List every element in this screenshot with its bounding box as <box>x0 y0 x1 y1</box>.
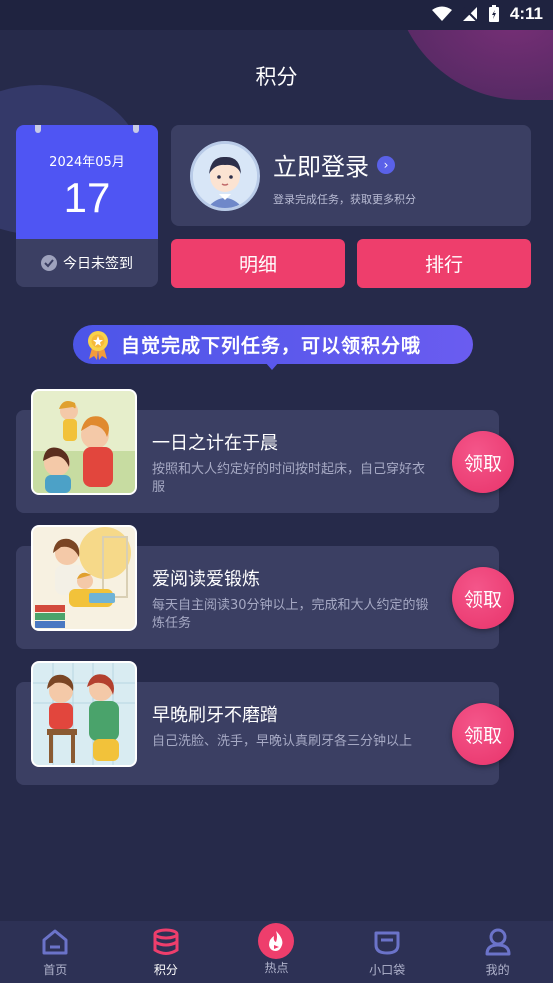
check-icon <box>41 255 57 271</box>
task-description: 每天自主阅读30分钟以上，完成和大人约定的锻炼任务 <box>152 598 429 631</box>
battery-icon <box>488 5 499 22</box>
bottom-tab-bar: 首页 积分 热点 小口袋 我的 <box>0 921 553 983</box>
coins-icon <box>151 927 181 957</box>
medal-icon <box>88 330 108 360</box>
flame-icon <box>258 923 295 959</box>
tab-pocket[interactable]: 小口袋 <box>332 921 443 983</box>
tab-label: 我的 <box>485 963 510 977</box>
rank-button[interactable]: 排行 <box>357 239 531 288</box>
tab-label: 首页 <box>43 963 68 977</box>
tab-label: 热点 <box>264 961 289 975</box>
chevron-right-icon: › <box>377 155 395 174</box>
tab-hot[interactable]: 热点 <box>221 921 332 983</box>
wifi-icon <box>431 6 452 21</box>
calendar-ring-icon <box>133 125 139 133</box>
login-title: 立即登录 <box>273 153 369 181</box>
task-description: 按照和大人约定好的时间按时起床，自己穿好衣服 <box>152 462 426 495</box>
banner-text: 自觉完成下列任务，可以领积分哦 <box>121 335 422 357</box>
login-card[interactable]: 立即登录 › 登录完成任务，获取更多积分 <box>171 125 531 226</box>
calendar-month: 2024年05月 <box>49 155 125 170</box>
sign-in-status[interactable]: 今日未签到 <box>16 239 158 287</box>
calendar-day: 17 <box>63 174 111 221</box>
task-description: 自己洗脸、洗手，早晚认真刷牙各三分钟以上 <box>152 734 413 749</box>
task-title: 早晚刷牙不磨蹭 <box>152 705 278 726</box>
task-title: 一日之计在于晨 <box>152 433 278 454</box>
home-icon <box>40 927 70 957</box>
task-illustration-morning <box>31 389 137 495</box>
tab-label: 小口袋 <box>369 963 406 977</box>
claim-button[interactable]: 领取 <box>452 567 514 629</box>
page-title: 积分 <box>255 65 298 89</box>
tab-points[interactable]: 积分 <box>111 921 222 983</box>
login-subtitle: 登录完成任务，获取更多积分 <box>273 193 416 206</box>
points-screen: 4:11 积分 2024年05月 17 今日未签到 立即登录 › 登录完成任务，… <box>0 0 553 983</box>
pocket-icon <box>372 927 402 957</box>
calendar-ring-icon <box>35 125 41 133</box>
task-banner: 自觉完成下列任务，可以领积分哦 <box>73 325 473 364</box>
tab-home[interactable]: 首页 <box>0 921 111 983</box>
sign-in-label: 今日未签到 <box>63 256 133 272</box>
banner-pointer <box>265 362 279 370</box>
tab-label: 积分 <box>153 963 178 977</box>
user-icon <box>483 927 513 957</box>
calendar-card[interactable]: 2024年05月 17 今日未签到 <box>16 125 158 287</box>
task-illustration-brushing <box>31 661 137 767</box>
status-bar: 4:11 <box>0 0 553 30</box>
tab-profile[interactable]: 我的 <box>442 921 553 983</box>
login-link[interactable]: 立即登录 › <box>273 147 395 182</box>
claim-button[interactable]: 领取 <box>452 431 514 493</box>
task-illustration-reading <box>31 525 137 631</box>
task-title: 爱阅读爱锻炼 <box>152 569 260 590</box>
detail-button[interactable]: 明细 <box>171 239 345 288</box>
claim-button[interactable]: 领取 <box>452 703 514 765</box>
avatar[interactable] <box>190 141 260 211</box>
signal-icon <box>462 7 478 22</box>
status-time: 4:11 <box>509 4 543 23</box>
